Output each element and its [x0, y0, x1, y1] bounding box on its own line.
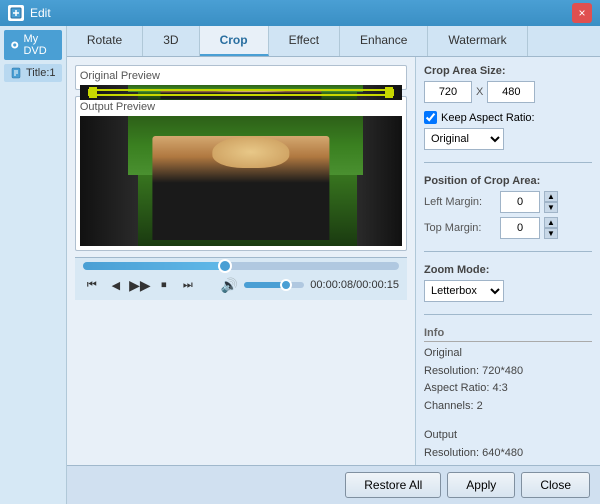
top-margin-row: Top Margin: ▲ ▼ — [424, 217, 592, 239]
sidebar-item-label: Title:1 — [26, 67, 56, 79]
restore-all-button[interactable]: Restore All — [345, 472, 441, 498]
progress-bar-fill — [83, 262, 225, 270]
tab-effect[interactable]: Effect — [269, 26, 340, 56]
info-original-aspect: Aspect Ratio: 4:3 — [424, 380, 592, 398]
fast-forward-button[interactable]: ▶▶ — [131, 276, 149, 294]
content-area: Rotate 3D Crop Effect Enhance Watermark … — [67, 26, 600, 504]
top-margin-input[interactable] — [500, 217, 540, 239]
position-label: Position of Crop Area: — [424, 175, 592, 187]
work-area: Original Preview — [67, 57, 600, 465]
info-section: Info Original Resolution: 720*480 Aspect… — [424, 327, 592, 465]
close-button[interactable]: Close — [521, 472, 590, 498]
title-bar-title: Edit — [30, 6, 51, 20]
tab-3d[interactable]: 3D — [143, 26, 199, 56]
position-group: Position of Crop Area: Left Margin: ▲ ▼ … — [424, 175, 592, 239]
apply-button[interactable]: Apply — [447, 472, 515, 498]
bottom-bar: Restore All Apply Close — [67, 465, 600, 504]
tab-crop[interactable]: Crop — [200, 26, 269, 56]
output-preview-image — [80, 116, 402, 246]
info-output-resolution: Resolution: 640*480 — [424, 445, 592, 463]
app-icon — [8, 5, 24, 21]
info-original-resolution: Resolution: 720*480 — [424, 363, 592, 381]
top-margin-up[interactable]: ▲ — [544, 217, 558, 228]
sidebar-item-title1[interactable]: Title:1 — [4, 64, 62, 82]
crop-width-input[interactable] — [424, 81, 472, 103]
zoom-mode-group: Zoom Mode: Letterbox Pan & Scan Full — [424, 264, 592, 302]
sidebar-header: My DVD — [4, 30, 62, 60]
close-window-button[interactable]: × — [572, 3, 592, 23]
keep-aspect-ratio-row: Keep Aspect Ratio: — [424, 111, 592, 124]
aspect-ratio-group: Keep Aspect Ratio: Original 16:9 4:3 1:1 — [424, 111, 592, 150]
left-margin-input[interactable] — [500, 191, 540, 213]
playback-controls: ⏮ ◀ ▶▶ ⏹ ⏭ 🔊 00:00:08/00:00:15 — [83, 274, 399, 296]
left-margin-row: Left Margin: ▲ ▼ — [424, 191, 592, 213]
crop-area-size-label: Crop Area Size: — [424, 65, 592, 77]
progress-thumb[interactable] — [218, 259, 232, 273]
info-original-label: Original — [424, 345, 592, 363]
left-margin-spinners: ▲ ▼ — [544, 191, 558, 213]
volume-icon: 🔊 — [221, 277, 238, 294]
volume-thumb[interactable] — [280, 279, 292, 291]
time-display: 00:00:08/00:00:15 — [310, 279, 399, 291]
aspect-select-row: Original 16:9 4:3 1:1 — [424, 128, 592, 150]
original-preview-image — [80, 85, 402, 100]
tab-watermark[interactable]: Watermark — [428, 26, 527, 56]
divider-3 — [424, 314, 592, 315]
left-margin-down[interactable]: ▼ — [544, 202, 558, 213]
preview-panel: Original Preview — [67, 57, 415, 465]
output-preview-section: Output Preview — [75, 96, 407, 251]
info-output-label: Output — [424, 427, 592, 445]
timeline-area: ⏮ ◀ ▶▶ ⏹ ⏭ 🔊 00:00:08/00:00:15 — [75, 257, 407, 300]
divider-2 — [424, 251, 592, 252]
main-container: My DVD Title:1 Rotate 3D Crop Effect Enh… — [0, 26, 600, 504]
stop-button[interactable]: ⏹ — [155, 276, 173, 294]
title-bar-left: Edit — [8, 5, 51, 21]
zoom-mode-label: Zoom Mode: — [424, 264, 592, 276]
sidebar: My DVD Title:1 — [0, 26, 67, 504]
sidebar-header-label: My DVD — [23, 33, 55, 57]
skip-back-button[interactable]: ⏮ — [83, 276, 101, 294]
right-panel: Crop Area Size: X Keep Aspect Ratio: — [415, 57, 600, 465]
volume-slider[interactable] — [244, 282, 304, 288]
crop-height-input[interactable] — [487, 81, 535, 103]
original-preview-label: Original Preview — [80, 70, 402, 82]
left-margin-label: Left Margin: — [424, 196, 496, 208]
zoom-mode-select[interactable]: Letterbox Pan & Scan Full — [424, 280, 504, 302]
rewind-button[interactable]: ◀ — [107, 276, 125, 294]
progress-bar[interactable] — [83, 262, 399, 270]
aspect-ratio-select[interactable]: Original 16:9 4:3 1:1 — [424, 128, 504, 150]
keep-aspect-ratio-label: Keep Aspect Ratio: — [441, 112, 535, 124]
info-title: Info — [424, 327, 592, 342]
tab-rotate[interactable]: Rotate — [67, 26, 143, 56]
info-original-channels: Channels: 2 — [424, 398, 592, 416]
original-preview-section: Original Preview — [75, 65, 407, 90]
top-margin-spinners: ▲ ▼ — [544, 217, 558, 239]
left-margin-up[interactable]: ▲ — [544, 191, 558, 202]
tabs: Rotate 3D Crop Effect Enhance Watermark — [67, 26, 600, 57]
crop-size-row: X — [424, 81, 592, 103]
keep-aspect-ratio-checkbox[interactable] — [424, 111, 437, 124]
top-margin-label: Top Margin: — [424, 222, 496, 234]
title-bar: Edit × — [0, 0, 600, 26]
file-icon — [10, 67, 22, 79]
tab-enhance[interactable]: Enhance — [340, 26, 428, 56]
x-separator: X — [476, 86, 483, 98]
divider-1 — [424, 162, 592, 163]
output-preview-label: Output Preview — [80, 101, 402, 113]
dvd-icon — [10, 39, 19, 51]
top-margin-down[interactable]: ▼ — [544, 228, 558, 239]
skip-forward-button[interactable]: ⏭ — [179, 276, 197, 294]
crop-area-size-group: Crop Area Size: X — [424, 65, 592, 103]
